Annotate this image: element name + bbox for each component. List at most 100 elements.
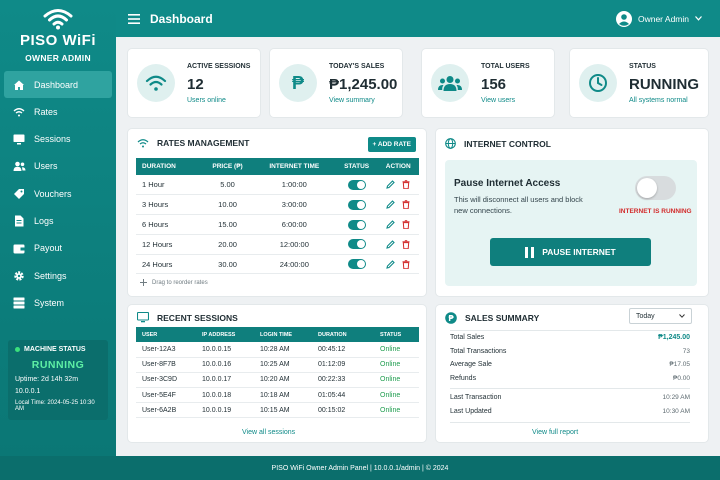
- rate-internet-time: 3:00:00: [252, 194, 336, 216]
- rate-status-toggle[interactable]: [347, 239, 366, 250]
- sidebar-item-system[interactable]: System: [4, 289, 112, 316]
- rate-status-toggle[interactable]: [347, 259, 366, 270]
- session-status: Online: [374, 402, 419, 419]
- pause-internet-toggle[interactable]: [635, 176, 676, 200]
- machine-uptime: Uptime: 2d 14h 32m: [15, 376, 79, 383]
- peso-coin-icon: ₱: [445, 312, 457, 324]
- summary-label: Total Sales: [450, 334, 485, 342]
- edit-pencil-icon[interactable]: [386, 260, 396, 269]
- view-summary-link[interactable]: View summary: [329, 97, 397, 104]
- ticket-icon: [12, 187, 26, 201]
- users-online-link[interactable]: Users online: [187, 97, 250, 104]
- column-header: IP ADDRESS: [196, 327, 254, 342]
- home-icon: [12, 78, 26, 92]
- delete-trash-icon[interactable]: [402, 220, 410, 230]
- summary-divider-bottom: [450, 422, 690, 423]
- session-duration: 00:45:12: [312, 342, 374, 358]
- users-icon: [431, 64, 469, 102]
- brand-title: PISO WiFi: [19, 32, 97, 49]
- rate-status-toggle[interactable]: [347, 179, 366, 190]
- summary-divider-mid: [450, 388, 690, 389]
- sidebar-item-rates[interactable]: Rates: [4, 98, 112, 125]
- delete-trash-icon[interactable]: [402, 240, 410, 250]
- table-row: 3 Hours 10.00 3:00:00: [136, 194, 419, 216]
- session-ip: 10.0.0.16: [196, 357, 254, 373]
- table-row: 6 Hours 15.00 6:00:00: [136, 214, 419, 235]
- rate-status-toggle[interactable]: [347, 199, 366, 210]
- sidebar-item-dashboard[interactable]: Dashboard: [4, 71, 112, 98]
- summary-value: 73: [682, 347, 690, 355]
- sidebar-item-sessions[interactable]: Sessions: [4, 126, 112, 153]
- delete-trash-icon[interactable]: [402, 260, 410, 269]
- rate-actions: [377, 254, 419, 275]
- session-ip: 10.0.0.19: [196, 402, 254, 419]
- sidebar-item-label: System: [34, 297, 65, 308]
- rate-duration: 12 Hours: [136, 234, 203, 255]
- rate-price: 5.00: [202, 175, 253, 196]
- period-select[interactable]: Today: [629, 308, 692, 324]
- rate-actions: [377, 214, 419, 235]
- delete-trash-icon[interactable]: [402, 200, 410, 210]
- page-title: Dashboard: [150, 11, 213, 26]
- column-header: LOGIN TIME: [254, 327, 312, 342]
- gear-icon: [12, 269, 26, 283]
- add-rate-button[interactable]: + ADD RATE: [367, 137, 416, 152]
- sidebar-item-label: Dashboard: [34, 79, 79, 90]
- sidebar-item-logs[interactable]: Logs: [4, 207, 112, 234]
- machine-local-time: Local Time: 2024-05-25 10:30 AM: [15, 400, 95, 412]
- sidebar-item-users[interactable]: Users: [4, 153, 112, 180]
- sidebar-item-payout[interactable]: Payout: [4, 235, 112, 262]
- period-select-value: Today: [636, 312, 655, 320]
- rate-actions: [377, 194, 419, 216]
- view-all-sessions-link[interactable]: View all sessions: [242, 429, 295, 436]
- internet-panel-title: INTERNET CONTROL: [445, 138, 551, 149]
- recent-sessions-table: USER IP ADDRESS LOGIN TIME DURATION STAT…: [136, 327, 419, 419]
- edit-pencil-icon[interactable]: [386, 220, 396, 230]
- summary-label: Refunds: [450, 374, 477, 382]
- session-login-time: 10:18 AM: [254, 387, 312, 404]
- column-header: ACTION: [377, 158, 419, 175]
- sidebar-item-label: Vouchers: [34, 188, 72, 199]
- status-dot-icon: [15, 347, 20, 352]
- stat-value: RUNNING: [629, 75, 699, 93]
- sessions-panel-title: RECENT SESSIONS: [137, 312, 238, 323]
- monitor-icon: [137, 312, 149, 323]
- user-name: Owner Admin: [637, 13, 689, 24]
- rate-status-toggle[interactable]: [347, 219, 366, 230]
- table-row: 12 Hours 20.00 12:00:00: [136, 234, 419, 255]
- user-menu[interactable]: Owner Admin: [615, 10, 708, 27]
- machine-ip: 10.0.0.1: [15, 388, 41, 395]
- table-row: User-8F7B 10.0.0.16 10:25 AM 01:12:09 Online: [136, 357, 419, 373]
- summary-label: Last Transaction: [450, 394, 502, 402]
- table-row: 24 Hours 30.00 24:00:00: [136, 254, 419, 275]
- view-full-report-link[interactable]: View full report: [532, 429, 578, 436]
- machine-status-title: MACHINE STATUS: [15, 346, 101, 353]
- chevron-down-icon: [679, 314, 685, 318]
- session-duration: 00:22:33: [312, 372, 374, 389]
- sidebar-item-settings[interactable]: Settings: [4, 262, 112, 289]
- view-users-link[interactable]: View users: [481, 97, 530, 104]
- rates-panel-title: RATES MANAGEMENT: [137, 138, 249, 148]
- pause-icon: [525, 246, 535, 258]
- pause-internet-description: This will disconnect all users and block…: [454, 195, 583, 215]
- edit-pencil-icon[interactable]: [386, 240, 396, 249]
- session-user: User-8F7B: [136, 357, 196, 373]
- systems-normal-text: All systems normal: [629, 96, 688, 104]
- session-user: User-5E4F: [136, 387, 196, 404]
- avatar-icon: [615, 10, 632, 27]
- summary-value: 10:29 AM: [662, 394, 690, 402]
- edit-pencil-icon[interactable]: [386, 200, 396, 210]
- rates-table: DURATION PRICE (₱) INTERNET TIME STATUS …: [136, 158, 419, 275]
- delete-trash-icon[interactable]: [402, 180, 410, 190]
- hamburger-menu-icon[interactable]: [128, 13, 140, 24]
- column-header: DURATION: [136, 158, 203, 175]
- wifi-icon: [137, 139, 149, 148]
- edit-pencil-icon[interactable]: [386, 180, 396, 190]
- session-duration: 01:05:44: [312, 387, 374, 404]
- summary-row: Average Sale ₱17.05: [450, 358, 690, 372]
- summary-times: Last Transaction 10:29 AM Last Updated 10:3…: [450, 391, 690, 418]
- pause-internet-button[interactable]: PAUSE INTERNET: [490, 238, 651, 266]
- rate-price: 15.00: [202, 214, 253, 235]
- sales-panel-title: ₱ SALES SUMMARY: [445, 312, 539, 324]
- sidebar-item-vouchers[interactable]: Vouchers: [4, 180, 112, 207]
